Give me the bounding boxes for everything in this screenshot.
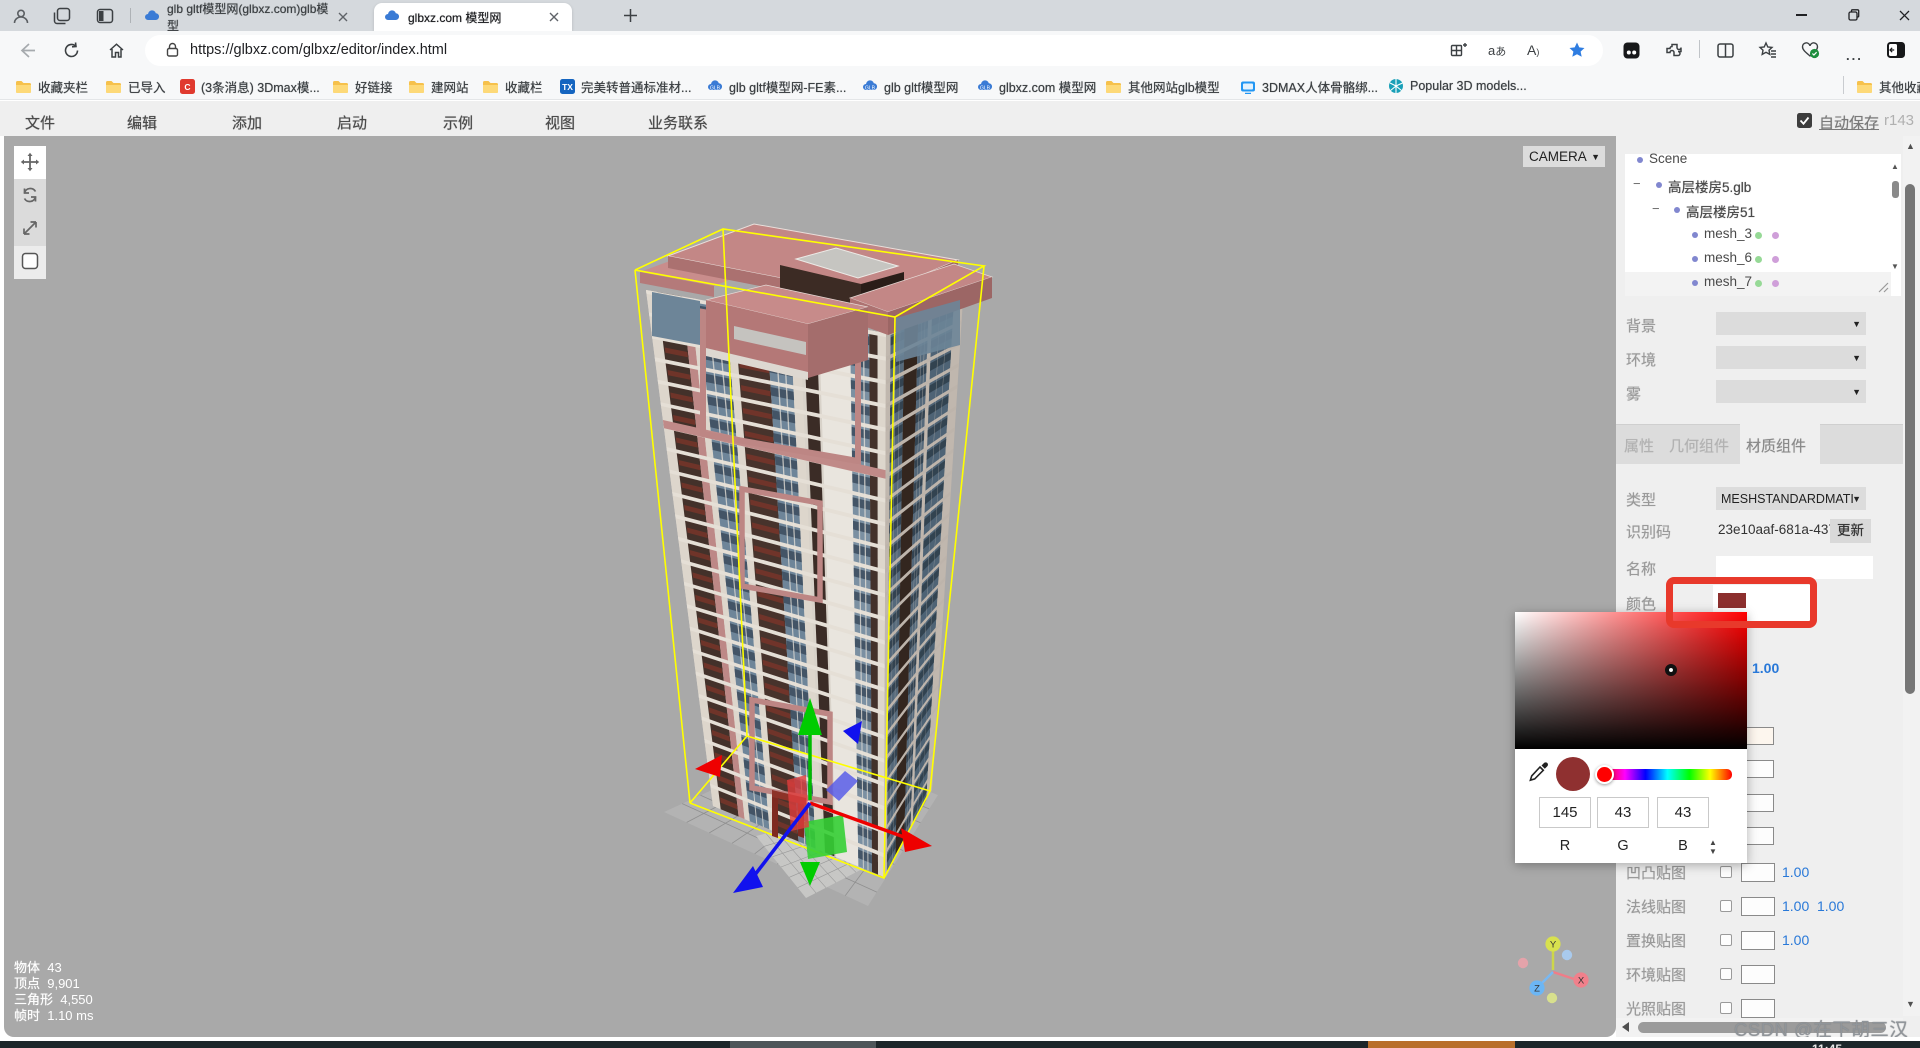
svg-text:TX: TX (562, 82, 573, 92)
svg-text:X: X (1578, 976, 1585, 987)
svg-text:Z: Z (1534, 984, 1540, 995)
svg-text:GLB: GLB (710, 86, 721, 92)
svg-text:GLB: GLB (865, 86, 876, 92)
svg-text:C: C (184, 82, 190, 92)
svg-text:GLB: GLB (980, 86, 991, 92)
svg-text:Y: Y (1550, 940, 1557, 951)
